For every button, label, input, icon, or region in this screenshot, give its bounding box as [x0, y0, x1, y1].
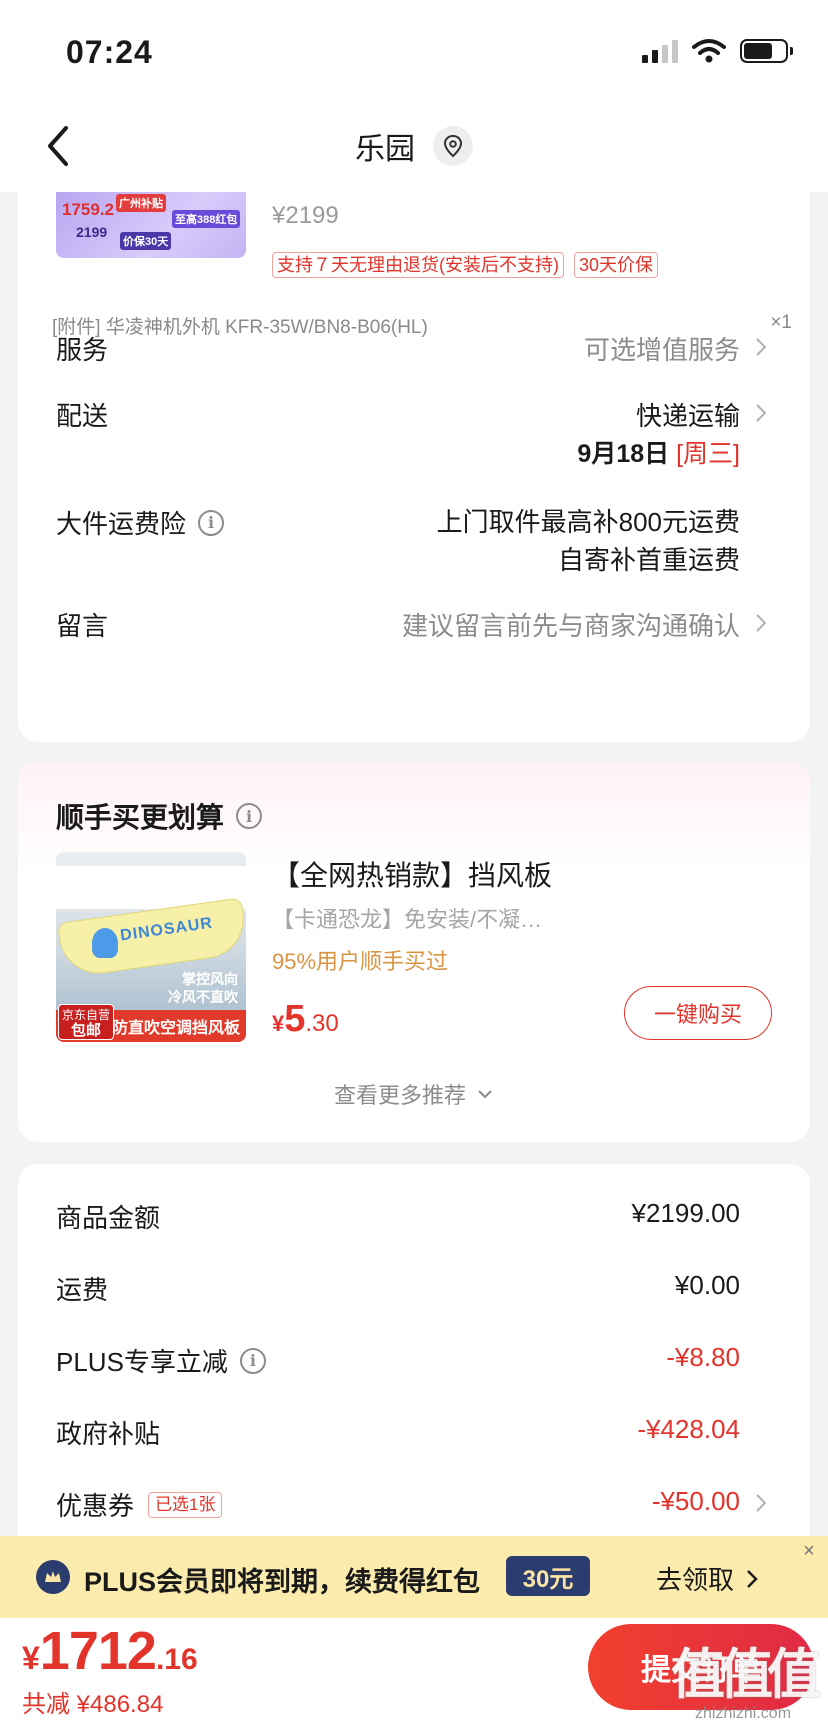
- coupon-label: 优惠券: [56, 1491, 135, 1521]
- recommend-item-title[interactable]: 【全网热销款】挡风板: [272, 854, 552, 894]
- product-price: ¥2199: [272, 202, 339, 229]
- close-icon[interactable]: ×: [796, 1538, 822, 1564]
- status-bar: 07:24: [0, 0, 828, 96]
- more-recommendations-label: 查看更多推荐: [333, 1083, 466, 1108]
- location-pin-icon: [443, 134, 463, 158]
- total-decimal: .16: [155, 1643, 198, 1676]
- shipping-insurance-label-group: 大件运费险 i: [56, 504, 225, 541]
- checkout-bar: ¥ 1712 .16 共减 ¥486.84 提交订单: [0, 1618, 828, 1720]
- shipping-insurance-label: 大件运费险: [56, 509, 187, 539]
- coupon-chevron-icon[interactable]: [754, 1492, 768, 1514]
- more-recommendations-link[interactable]: 查看更多推荐: [18, 1078, 810, 1110]
- delivery-date: 9月18日: [577, 440, 670, 468]
- shipping-insurance-line2: 自寄补首重运费: [557, 545, 740, 575]
- recommend-item-subtitle: 【卡通恐龙】免安装/不凝…: [272, 907, 543, 932]
- recommend-title-group: 顺手买更划算 i: [56, 796, 263, 836]
- thumb-promo-2: 价保30天: [120, 232, 172, 250]
- gov-subsidy-value: -¥428.04: [637, 1414, 740, 1444]
- freight-value: ¥0.00: [674, 1270, 740, 1300]
- gov-subsidy-label: 政府补贴: [56, 1419, 161, 1449]
- freight-label: 运费: [56, 1275, 109, 1305]
- total-currency: ¥: [22, 1640, 40, 1676]
- coupon-label-group[interactable]: 优惠券 已选1张: [56, 1486, 223, 1523]
- service-chevron-icon[interactable]: [754, 336, 768, 358]
- wifi-icon: [692, 39, 726, 63]
- message-label: 留言: [56, 611, 109, 641]
- thumb-price-b: 2199: [76, 224, 108, 240]
- status-time: 07:24: [66, 34, 153, 70]
- thumb-price-a: 1759.2: [62, 200, 114, 219]
- plus-renewal-banner[interactable]: PLUS会员即将到期，续费得红包 30元 去领取 ×: [0, 1536, 828, 1618]
- return-policy-tag: 支持７天无理由退货(安装后不支持): [272, 252, 564, 278]
- plus-claim-label: 去领取: [656, 1565, 735, 1595]
- nav-bar: 乐园: [0, 96, 828, 192]
- thumb-promo: 至高388红包: [172, 210, 241, 228]
- delivery-date-line: 9月18日 [周三]: [577, 434, 740, 470]
- total-integer: 1712: [39, 1621, 157, 1681]
- goods-amount-value: ¥2199.00: [631, 1198, 740, 1228]
- attachment-name: [附件] 华凌神机外机 KFR-35W/BN8-B06(HL): [52, 317, 428, 338]
- battery-icon: [740, 39, 793, 63]
- coupon-value[interactable]: -¥50.00: [652, 1486, 740, 1517]
- one-click-buy-button[interactable]: 一键购买: [624, 986, 772, 1040]
- chevron-right-icon: [747, 1569, 758, 1588]
- message-chevron-icon[interactable]: [754, 612, 768, 634]
- board-text: DINOSAUR: [119, 914, 215, 945]
- price-protect-tag: 30天价保: [574, 252, 659, 278]
- cellular-signal-icon: [642, 39, 678, 63]
- delivery-weekday: [周三]: [676, 440, 740, 468]
- total-price: ¥ 1712 .16: [22, 1620, 198, 1682]
- plus-red-packet-amount: 30元: [506, 1556, 590, 1596]
- coupon-selected-badge: 已选1张: [148, 1491, 223, 1518]
- price-integer: 5: [284, 998, 306, 1040]
- image-side-text-2: 冷风不直吹: [168, 989, 238, 1005]
- chevron-down-icon: [478, 1090, 492, 1099]
- delivery-value[interactable]: 快递运输: [636, 396, 740, 433]
- recommend-item-image[interactable]: DINOSAUR 掌控风向 冷风不直吹 防直吹空调挡风板 京东自营 包邮: [56, 852, 246, 1042]
- service-label: 服务: [56, 335, 109, 365]
- recommend-info-icon[interactable]: i: [236, 803, 263, 829]
- recommend-item-stat: 95%用户顺手买过: [272, 949, 449, 974]
- info-icon[interactable]: i: [198, 509, 225, 536]
- badge-line-2: 包邮: [70, 1022, 101, 1039]
- badge-line-1: 京东自营: [61, 1008, 110, 1022]
- price-currency: ¥: [272, 1011, 285, 1036]
- submit-order-button[interactable]: 提交订单: [588, 1624, 814, 1710]
- message-input[interactable]: 建议留言前先与商家沟通确认: [402, 606, 740, 643]
- image-side-text-1: 掌控风向: [182, 971, 238, 987]
- plus-claim-button[interactable]: 去领取: [656, 1560, 758, 1597]
- page-title: 乐园: [355, 133, 415, 166]
- plus-banner-text: PLUS会员即将到期，续费得红包: [84, 1567, 481, 1597]
- delivery-chevron-icon[interactable]: [754, 402, 768, 424]
- recommend-title: 顺手买更划算: [56, 802, 225, 833]
- total-saved: 共减 ¥486.84: [22, 1691, 164, 1718]
- status-icons: [642, 38, 793, 64]
- shipping-insurance-line1: 上门取件最高补800元运费: [436, 507, 740, 537]
- delivery-label: 配送: [56, 401, 109, 431]
- plus-discount-label: PLUS专享立减: [56, 1347, 228, 1377]
- product-thumbnail[interactable]: 广州补贴 1759.2 2199 至高388红包 价保30天: [56, 192, 246, 258]
- attachment-qty: ×1: [770, 312, 792, 333]
- service-value[interactable]: 可选增值服务: [584, 330, 740, 367]
- image-side-text: 掌控风向 冷风不直吹: [168, 970, 238, 1006]
- plus-discount-value: -¥8.80: [666, 1342, 740, 1372]
- order-detail-card: 广州补贴 1759.2 2199 至高388红包 价保30天 ¥2199 支持７…: [18, 192, 810, 742]
- location-button[interactable]: [433, 126, 473, 166]
- price-decimal: .30: [305, 1010, 339, 1037]
- image-self-operated-badge: 京东自营 包邮: [58, 1004, 114, 1040]
- recommend-item-price: ¥ 5 .30: [272, 998, 339, 1041]
- price-summary-card: 商品金额 ¥2199.00 运费 ¥0.00 PLUS专享立减 i -¥8.80…: [18, 1164, 810, 1564]
- product-tags: 支持７天无理由退货(安装后不支持) 30天价保: [272, 252, 659, 278]
- goods-amount-label: 商品金额: [56, 1203, 161, 1233]
- plus-info-icon[interactable]: i: [239, 1347, 266, 1374]
- plus-discount-label-group: PLUS专享立减 i: [56, 1342, 266, 1379]
- recommend-card: 顺手买更划算 i DINOSAUR 掌控风向 冷风不直吹 防直吹空调挡风板 京东…: [18, 762, 810, 1142]
- nav-title-group: 乐园: [0, 124, 828, 168]
- thumb-region-tag: 广州补贴: [116, 194, 166, 212]
- plus-crown-icon: [36, 1560, 70, 1594]
- dinosaur-icon: [92, 928, 118, 958]
